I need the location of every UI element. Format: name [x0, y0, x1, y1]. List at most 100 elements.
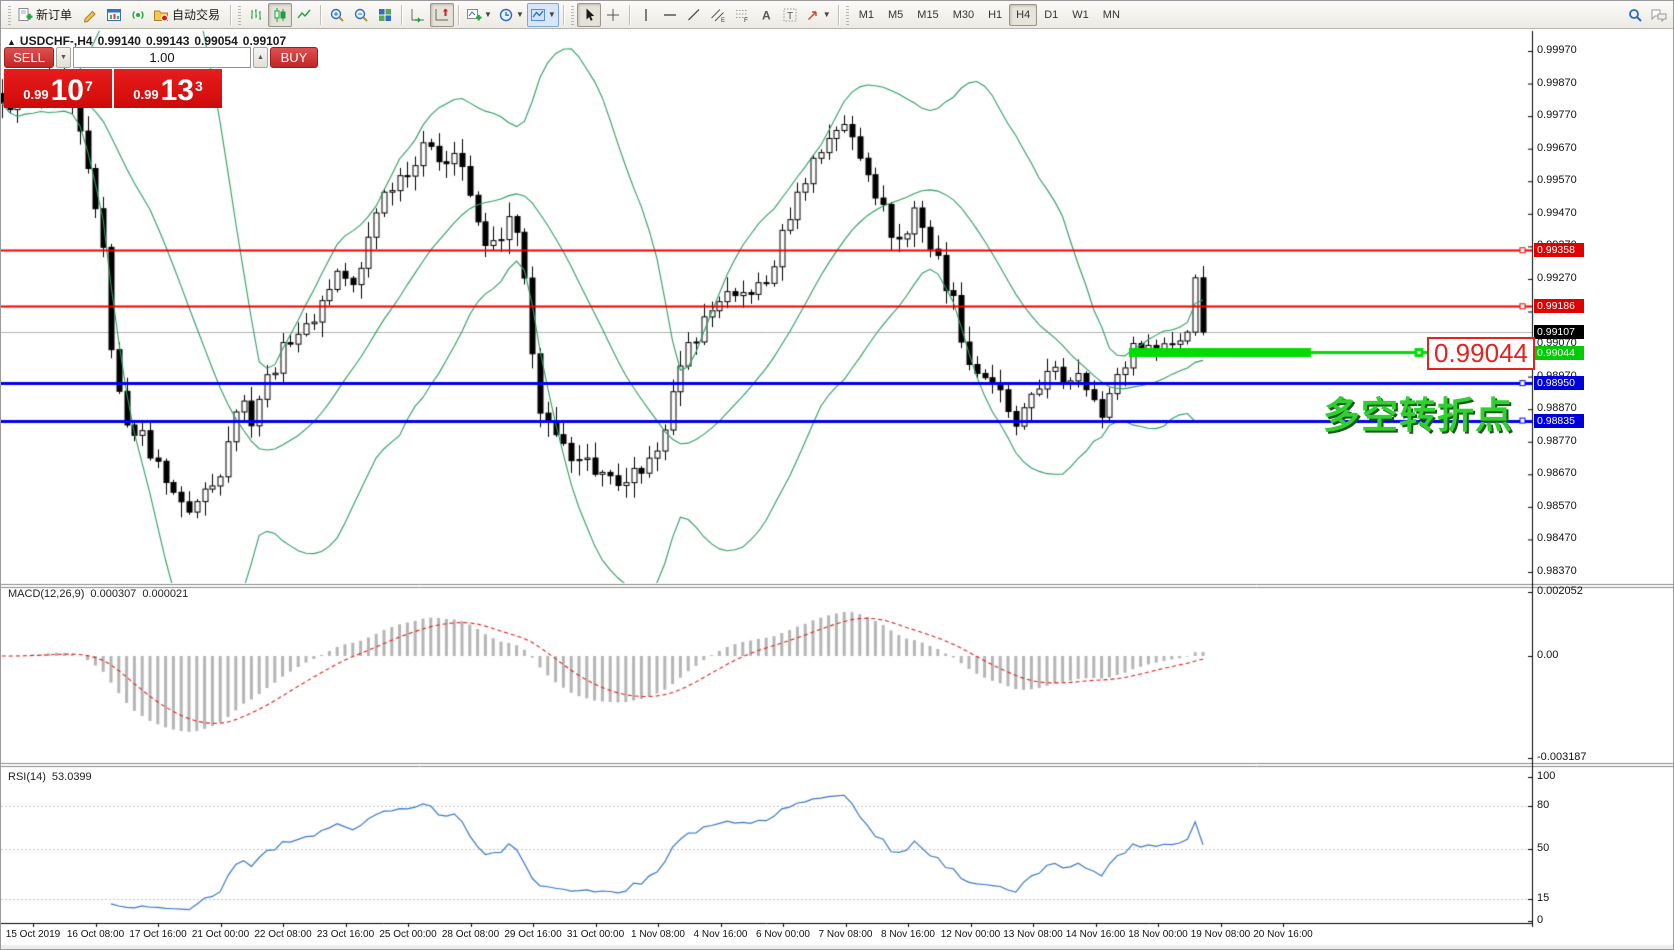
collapse-arrow-icon[interactable]: ▲: [7, 37, 16, 47]
time-axis-label: 19 Nov 08:00: [1191, 929, 1251, 940]
indicators-dropdown-button[interactable]: ▼: [463, 3, 495, 27]
tile-windows-button[interactable]: [373, 3, 397, 27]
new-order-icon: [17, 7, 33, 23]
channel-tool-button[interactable]: E: [706, 3, 730, 27]
pencil-tool-button[interactable]: [78, 3, 102, 27]
sell-price-prefix: 0.99: [23, 87, 48, 102]
auto-trading-button[interactable]: 自动交易: [150, 3, 226, 27]
rsi-axis-tick-label: 50: [1537, 842, 1549, 854]
price-line-tag: 0.99186: [1534, 299, 1584, 313]
toolbar-separator: [401, 5, 402, 25]
auto-scroll-button[interactable]: [406, 3, 430, 27]
macd-axis-min-label: -0.003187: [1537, 751, 1587, 763]
text-tool-button[interactable]: A: [754, 3, 778, 27]
candlestick-mode-button[interactable]: [268, 3, 292, 27]
text-label-tool-button[interactable]: T: [778, 3, 802, 27]
new-order-button[interactable]: 新订单: [14, 3, 78, 27]
time-axis-label: 20 Nov 16:00: [1253, 929, 1313, 940]
buy-price-panel[interactable]: 0.99 13 3: [114, 69, 222, 108]
templates-dropdown-button[interactable]: ▼: [527, 3, 559, 27]
timeframe-button-mn[interactable]: MN: [1096, 4, 1127, 26]
sell-button[interactable]: SELL: [4, 47, 54, 68]
toolbar-separator: [838, 5, 839, 25]
ohlc-low: 0.99054: [194, 34, 237, 48]
cursor-tool-button[interactable]: [577, 3, 601, 27]
ohlc-close: 0.99107: [243, 34, 286, 48]
trendline-tool-button[interactable]: [682, 3, 706, 27]
chart-window-icon: [106, 7, 122, 23]
price-axis-tick-label: 0.98770: [1537, 435, 1577, 447]
timeframe-button-h4[interactable]: H4: [1009, 4, 1037, 26]
mt4-terminal-window: 新订单 自动交易: [0, 0, 1674, 950]
chat-icon: [1650, 7, 1668, 23]
time-axis-label: 18 Nov 00:00: [1128, 929, 1188, 940]
periods-dropdown-button[interactable]: ▼: [495, 3, 527, 27]
time-axis-label: 6 Nov 00:00: [756, 929, 810, 940]
price-level-annotation[interactable]: 0.99044: [1427, 337, 1535, 370]
time-axis-label: 28 Oct 08:00: [442, 929, 499, 940]
toolbar-separator: [320, 5, 321, 25]
macd-signal-value: 0.000021: [142, 588, 188, 600]
sell-price-panel[interactable]: 0.99 10 7: [4, 69, 112, 108]
time-axis-label: 25 Oct 00:00: [379, 929, 436, 940]
chat-button[interactable]: [1647, 3, 1671, 27]
arrows-icon: [805, 7, 821, 23]
toolbar-separator: [458, 5, 459, 25]
price-chart-canvas[interactable]: [1, 1, 1674, 950]
volume-increase-button[interactable]: ▲: [253, 47, 268, 68]
toolbar-grip[interactable]: [8, 5, 11, 25]
bar-chart-icon: [248, 7, 264, 23]
chart-window-button[interactable]: [102, 3, 126, 27]
indicators-icon: [466, 7, 482, 23]
price-axis-tick-label: 0.98570: [1537, 500, 1577, 512]
toolbar-grip[interactable]: [238, 5, 241, 25]
arrows-dropdown-button[interactable]: ▼: [802, 3, 834, 27]
price-axis-tick-label: 0.98470: [1537, 532, 1577, 544]
trendline-icon: [686, 7, 702, 23]
toolbar-separator: [563, 5, 564, 25]
zoom-out-button[interactable]: [349, 3, 373, 27]
spinner-up-icon: ▲: [257, 54, 264, 61]
timeframe-button-h1[interactable]: H1: [981, 4, 1009, 26]
timeframe-button-m30[interactable]: M30: [946, 4, 981, 26]
buy-price-pip: 3: [195, 78, 203, 94]
fibonacci-icon: F: [734, 7, 750, 23]
search-button[interactable]: [1623, 3, 1647, 27]
timeframe-button-d1[interactable]: D1: [1037, 4, 1065, 26]
one-click-trading-panel: SELL ▼ ▲ BUY 0.99 10 7 0.99 13 3: [4, 47, 222, 108]
line-chart-mode-button[interactable]: [292, 3, 316, 27]
chart-shift-button[interactable]: [430, 3, 454, 27]
price-line-tag: 0.98950: [1534, 376, 1584, 390]
buy-button[interactable]: BUY: [270, 47, 318, 68]
bar-chart-mode-button[interactable]: [244, 3, 268, 27]
rsi-axis-tick-label: 100: [1537, 770, 1555, 782]
time-axis-label: 16 Oct 08:00: [67, 929, 124, 940]
horizontal-line-tool-button[interactable]: [658, 3, 682, 27]
signals-button[interactable]: [126, 3, 150, 27]
vertical-line-tool-button[interactable]: [634, 3, 658, 27]
crosshair-tool-button[interactable]: [601, 3, 625, 27]
timeframe-button-m5[interactable]: M5: [881, 4, 910, 26]
time-axis-label: 13 Nov 08:00: [1003, 929, 1063, 940]
timeframe-button-w1[interactable]: W1: [1065, 4, 1096, 26]
chart-title: ▲USDCHF-,H40.991400.991430.990540.99107: [7, 34, 291, 48]
toolbar-grip[interactable]: [571, 5, 574, 25]
price-axis-tick-label: 0.98370: [1537, 565, 1577, 577]
toolbar-grip[interactable]: [846, 5, 849, 25]
fibonacci-tool-button[interactable]: F: [730, 3, 754, 27]
chevron-down-icon: ▼: [548, 10, 556, 19]
volume-input[interactable]: [73, 47, 251, 68]
price-axis-tick-label: 0.99470: [1537, 207, 1577, 219]
rsi-axis-tick-label: 15: [1537, 892, 1549, 904]
main-toolbar: 新订单 自动交易: [1, 1, 1674, 29]
timeframe-button-m15[interactable]: M15: [910, 4, 945, 26]
turning-point-note[interactable]: 多空转折点: [1323, 385, 1513, 439]
zoom-in-button[interactable]: [325, 3, 349, 27]
time-axis-label: 1 Nov 08:00: [631, 929, 685, 940]
volume-decrease-button[interactable]: ▼: [56, 47, 71, 68]
tile-windows-icon: [377, 7, 393, 23]
timeframe-button-m1[interactable]: M1: [852, 4, 881, 26]
clock-icon: [498, 7, 514, 23]
price-axis-tick-label: 0.99870: [1537, 77, 1577, 89]
chart-shift-icon: [434, 7, 450, 23]
